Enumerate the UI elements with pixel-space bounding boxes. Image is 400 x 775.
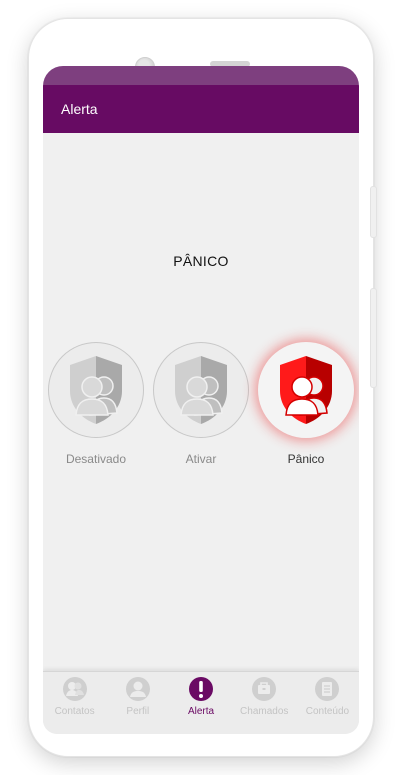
app-screen: Alerta PÂNICO Desativado Ativar Pânico C… xyxy=(43,66,359,734)
alert-icon xyxy=(189,677,213,701)
mode-desativado-label: Desativado xyxy=(65,452,127,466)
shield-people-icon xyxy=(70,356,122,424)
power-button xyxy=(370,288,377,388)
content-icon xyxy=(315,677,340,701)
nav-label-alerta: Alerta xyxy=(187,706,215,717)
calls-icon xyxy=(252,677,277,701)
nav-label-perfil: Perfil xyxy=(126,706,150,717)
shield-people-icon xyxy=(280,356,332,424)
profile-icon xyxy=(125,677,150,701)
nav-label-chamados: Chamados xyxy=(240,706,289,717)
mode-ativar[interactable]: Ativar xyxy=(151,342,251,466)
mode-desativado[interactable]: Desativado xyxy=(46,342,146,466)
nav-item-chamados[interactable]: Chamados xyxy=(233,672,296,734)
nav-item-perfil[interactable]: Perfil xyxy=(106,672,169,734)
mode-desativado-circle[interactable] xyxy=(48,342,144,438)
mode-ativar-circle[interactable] xyxy=(153,342,249,438)
nav-label-conteudo: Conteúdo xyxy=(305,706,350,717)
nav-label-contatos: Contatos xyxy=(54,706,95,717)
volume-button xyxy=(370,186,377,238)
nav-item-alerta[interactable]: Alerta xyxy=(169,672,232,734)
status-bar xyxy=(43,66,359,85)
contacts-icon xyxy=(62,677,87,701)
mode-panico-circle[interactable] xyxy=(258,342,354,438)
mode-panico[interactable]: Pânico xyxy=(256,342,356,466)
mode-panico-label: Pânico xyxy=(287,452,325,466)
shield-people-icon xyxy=(175,356,227,424)
mode-ativar-label: Ativar xyxy=(185,452,217,466)
bottom-navigation: Contatos Perfil Alerta Chamados Conteúdo xyxy=(43,671,359,734)
page-title: PÂNICO xyxy=(173,253,229,269)
app-bar: Alerta xyxy=(43,85,359,133)
app-bar-title: Alerta xyxy=(61,101,98,117)
nav-item-contatos[interactable]: Contatos xyxy=(43,672,106,734)
nav-item-conteudo[interactable]: Conteúdo xyxy=(296,672,359,734)
